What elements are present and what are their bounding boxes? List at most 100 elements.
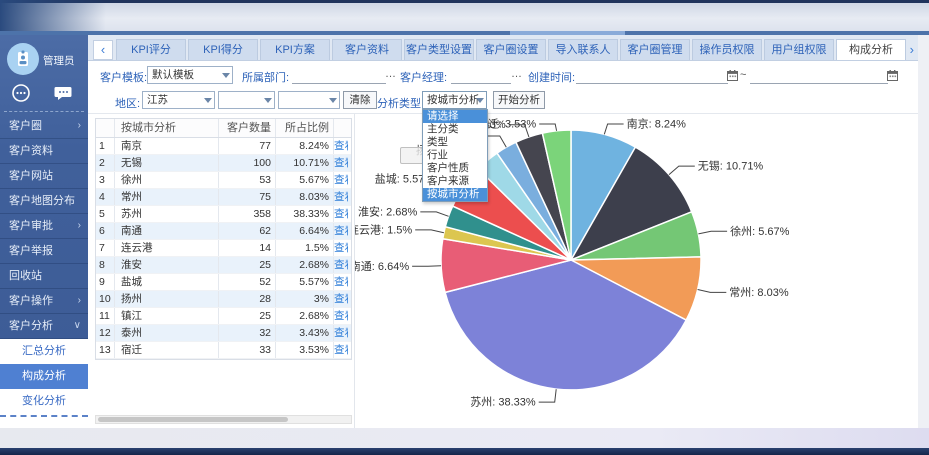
pie-label-line [415, 230, 444, 233]
pie-label-line [412, 266, 441, 267]
percent-cell: 5.67% [275, 172, 333, 188]
table-row[interactable]: 7连云港141.5%查看 [96, 240, 351, 257]
view-link[interactable]: 查看 [333, 274, 348, 290]
sidebar-item-label: 客户地图分布 [9, 189, 75, 213]
view-link[interactable]: 查看 [333, 223, 348, 239]
scrollbar-thumb[interactable] [98, 417, 288, 422]
sidebar-item-label: 客户操作 [9, 289, 53, 313]
table-row[interactable]: 3徐州535.67%查看 [96, 172, 351, 189]
sidebar-item-9[interactable]: 客户分析∨ [0, 314, 88, 339]
count-cell: 77 [218, 138, 275, 154]
region-sub2-select[interactable] [278, 91, 340, 109]
count-cell: 25 [218, 308, 275, 324]
percent-cell: 38.33% [275, 206, 333, 222]
tab-1[interactable]: KPI评分 [116, 39, 186, 60]
manager-field[interactable] [451, 67, 511, 84]
submenu-item-3[interactable]: 变化分析 [0, 389, 88, 414]
table-row[interactable]: 10扬州283%查看 [96, 291, 351, 308]
region-sub1-select[interactable] [218, 91, 275, 109]
sidebar-item-2[interactable]: 客户资料 [0, 139, 88, 164]
tab-5[interactable]: 客户类型设置 [404, 39, 474, 60]
submenu-item-2[interactable]: 构成分析 [0, 364, 88, 389]
avatar[interactable] [7, 43, 39, 75]
department-field[interactable] [292, 67, 386, 84]
view-link[interactable]: 查看 [333, 257, 348, 273]
tab-2[interactable]: KPI得分 [188, 39, 258, 60]
tab-6[interactable]: 客户圈设置 [476, 39, 546, 60]
view-link[interactable]: 查看 [333, 189, 348, 205]
created-from-field[interactable] [576, 67, 728, 84]
tab-9[interactable]: 操作员权限 [692, 39, 762, 60]
tab-11[interactable]: 构成分析 [836, 39, 906, 60]
tab-4[interactable]: 客户资料 [332, 39, 402, 60]
count-cell: 100 [218, 155, 275, 171]
view-link[interactable]: 查看 [333, 155, 348, 171]
table-row[interactable]: 9盐城525.57%查看 [96, 274, 351, 291]
region-select[interactable]: 江苏 [142, 91, 215, 109]
analysis-type-dropdown: 请选择主分类类型行业客户性质客户来源按城市分析 [422, 109, 488, 202]
table-row[interactable]: 11镇江252.68%查看 [96, 308, 351, 325]
sidebar-item-1[interactable]: 客户圈› [0, 114, 88, 139]
dropdown-option-2[interactable]: 主分类 [423, 123, 487, 136]
chevron-down-icon [222, 73, 230, 78]
sidebar-item-7[interactable]: 回收站 [0, 264, 88, 289]
table-row[interactable]: 5苏州35838.33%查看 [96, 206, 351, 223]
pie-label-line [698, 231, 727, 234]
tab-scroll-left[interactable]: ‹ [93, 40, 113, 60]
tab-10[interactable]: 用户组权限 [764, 39, 834, 60]
view-link[interactable]: 查看 [333, 172, 348, 188]
table-row[interactable]: 4常州758.03%查看 [96, 189, 351, 206]
table-row[interactable]: 1南京778.24%查看 [96, 138, 351, 155]
table-body: 1南京778.24%查看2无锡10010.71%查看3徐州535.67%查看4常… [96, 138, 351, 359]
count-cell: 28 [218, 291, 275, 307]
view-link[interactable]: 查看 [333, 342, 348, 358]
sidebar-item-4[interactable]: 客户地图分布 [0, 189, 88, 214]
table-row[interactable]: 12泰州323.43%查看 [96, 325, 351, 342]
sidebar-item-8[interactable]: 客户操作› [0, 289, 88, 314]
dropdown-option-7[interactable]: 按城市分析 [423, 188, 487, 201]
view-link[interactable]: 查看 [333, 240, 348, 256]
count-cell: 358 [218, 206, 275, 222]
view-link[interactable]: 查看 [333, 291, 348, 307]
table-row[interactable]: 13宿迁333.53%查看 [96, 342, 351, 359]
dropdown-option-3[interactable]: 类型 [423, 136, 487, 149]
created-to-field[interactable] [750, 67, 888, 84]
dropdown-option-1[interactable]: 请选择 [423, 110, 487, 123]
manager-picker-ellipsis[interactable]: … [511, 68, 522, 80]
department-picker-ellipsis[interactable]: … [385, 68, 396, 80]
template-select[interactable]: 默认模板 [147, 66, 233, 84]
template-select-value: 默认模板 [152, 69, 194, 81]
tab-3[interactable]: KPI方案 [260, 39, 330, 60]
tab-scroll-right[interactable]: › [910, 42, 914, 57]
dropdown-option-6[interactable]: 客户来源 [423, 175, 487, 188]
sidebar-item-3[interactable]: 客户网站 [0, 164, 88, 189]
calendar-icon[interactable] [727, 68, 738, 79]
letterbox-bottom-bar [0, 448, 929, 455]
table-header-cell: 客户数量 [218, 119, 275, 137]
clear-button[interactable]: 清除 [343, 91, 377, 109]
view-link[interactable]: 查看 [333, 308, 348, 324]
calendar-icon[interactable] [887, 68, 898, 79]
tab-7[interactable]: 导入联系人 [548, 39, 618, 60]
analysis-type-select[interactable]: 按城市分析 [422, 91, 487, 109]
table-row[interactable]: 8淮安252.68%查看 [96, 257, 351, 274]
view-link[interactable]: 查看 [333, 138, 348, 154]
view-link[interactable]: 查看 [333, 206, 348, 222]
submenu-item-1[interactable]: 汇总分析 [0, 339, 88, 364]
sidebar-item-5[interactable]: 客户审批› [0, 214, 88, 239]
table-header-cell: 按城市分析 [114, 119, 218, 137]
headset-icon[interactable] [11, 83, 31, 103]
tab-8[interactable]: 客户圈管理 [620, 39, 690, 60]
dropdown-option-5[interactable]: 客户性质 [423, 162, 487, 175]
count-cell: 14 [218, 240, 275, 256]
view-link[interactable]: 查看 [333, 325, 348, 341]
dropdown-option-4[interactable]: 行业 [423, 149, 487, 162]
chat-bubble-icon[interactable] [53, 83, 73, 103]
table-row[interactable]: 6南通626.64%查看 [96, 223, 351, 240]
count-cell: 75 [218, 189, 275, 205]
table-row[interactable]: 2无锡10010.71%查看 [96, 155, 351, 172]
start-analysis-button[interactable]: 开始分析 [493, 91, 545, 109]
horizontal-scrollbar[interactable] [95, 415, 352, 424]
sidebar-item-6[interactable]: 客户举报 [0, 239, 88, 264]
chevron-right-icon: › [78, 214, 81, 238]
